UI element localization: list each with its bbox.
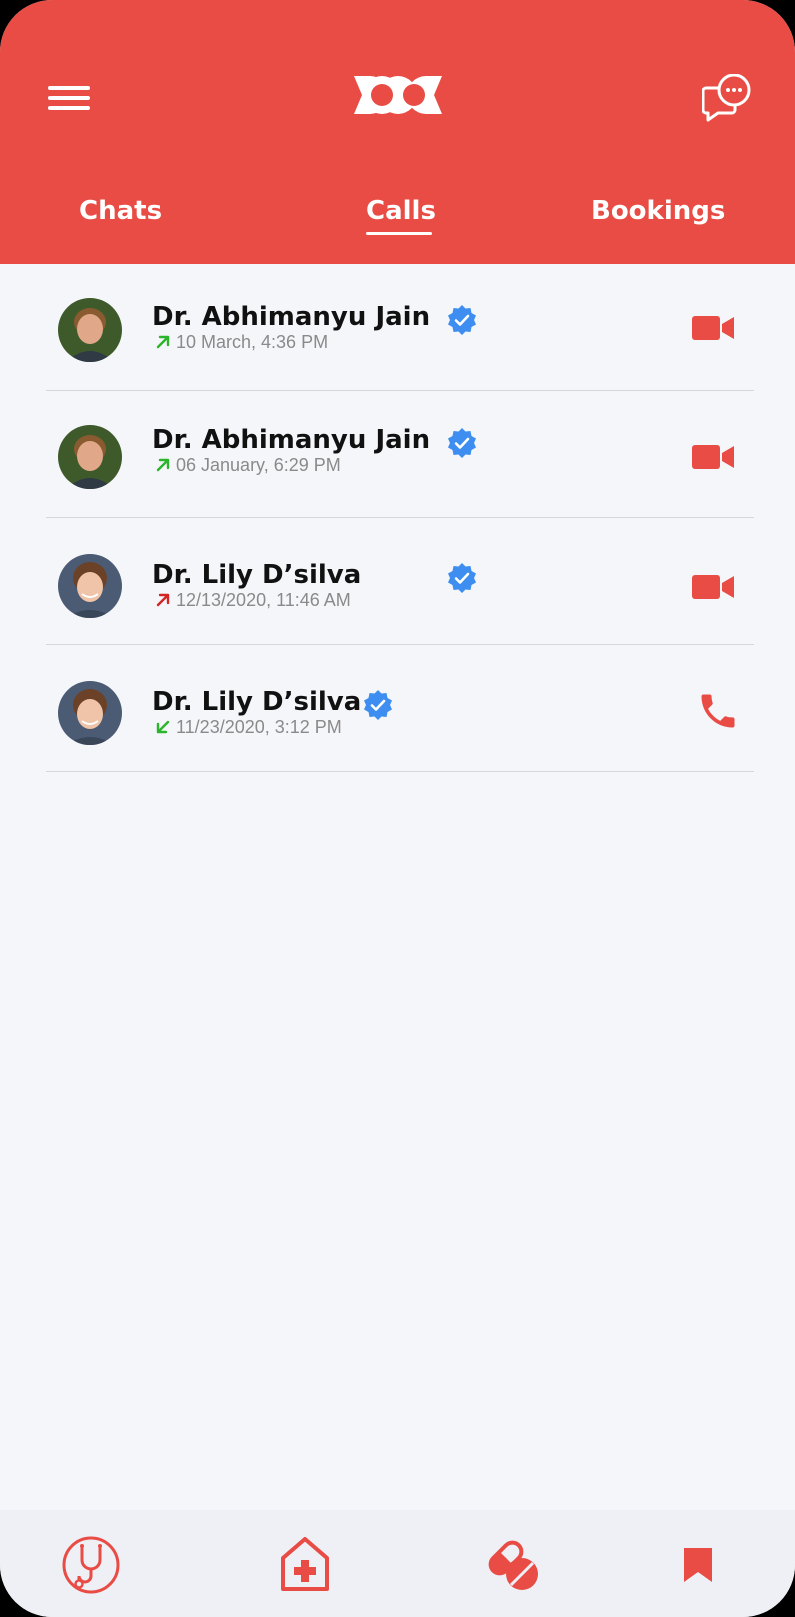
video-call-icon[interactable] (692, 444, 734, 470)
caller-name: Dr. Abhimanyu Jain (152, 425, 431, 455)
tab-bar: Chats Calls Bookings (0, 196, 795, 246)
bottom-nav (0, 1510, 795, 1617)
verified-badge-icon (448, 428, 476, 458)
tab-chats[interactable]: Chats (79, 196, 162, 226)
call-row[interactable]: Dr. Lily D’silva 12/13/2020, 11:46 AM (0, 518, 795, 644)
avatar (58, 554, 122, 618)
header: Chats Calls Bookings (0, 0, 795, 264)
active-tab-indicator (366, 232, 432, 235)
tab-calls[interactable]: Calls (366, 196, 436, 226)
app-screen: Chats Calls Bookings Dr. Abhimanyu Jain (0, 0, 795, 1617)
verified-badge-icon (448, 563, 476, 593)
missed-call-arrow-icon (156, 593, 170, 607)
incoming-arrow-icon (156, 720, 170, 734)
call-time: 06 January, 6:29 PM (176, 455, 341, 475)
avatar (58, 425, 122, 489)
outgoing-arrow-icon (156, 335, 170, 349)
avatar (58, 681, 122, 745)
caller-name: Dr. Lily D’silva (152, 560, 362, 590)
outgoing-arrow-icon (156, 458, 170, 472)
avatar (58, 298, 122, 362)
hospital-home-icon[interactable] (280, 1536, 330, 1592)
chat-bubbles-icon[interactable] (702, 74, 754, 124)
verified-badge-icon (448, 305, 476, 335)
video-call-icon[interactable] (692, 574, 734, 600)
call-row[interactable]: Dr. Lily D’silva 11/23/2020, 3:12 PM (0, 645, 795, 771)
row-divider (46, 771, 754, 772)
call-time: 10 March, 4:36 PM (176, 332, 329, 352)
pills-icon[interactable] (484, 1536, 542, 1594)
bookmark-icon[interactable] (684, 1548, 712, 1582)
call-row[interactable]: Dr. Abhimanyu Jain 06 January, 6:29 PM (0, 391, 795, 517)
caller-name: Dr. Lily D’silva (152, 687, 362, 717)
caller-name: Dr. Abhimanyu Jain (152, 302, 431, 332)
tab-bookings[interactable]: Bookings (591, 196, 725, 226)
verified-badge-icon (364, 690, 392, 720)
phone-call-icon[interactable] (696, 689, 740, 733)
video-call-icon[interactable] (692, 315, 734, 341)
doc-logo-icon (354, 76, 442, 114)
hamburger-menu-icon[interactable] (48, 86, 92, 114)
call-time: 12/13/2020, 11:46 AM (176, 590, 351, 610)
call-row[interactable]: Dr. Abhimanyu Jain 10 March, 4:36 PM (0, 264, 795, 390)
stethoscope-icon[interactable] (62, 1536, 120, 1594)
call-time: 11/23/2020, 3:12 PM (176, 717, 342, 737)
